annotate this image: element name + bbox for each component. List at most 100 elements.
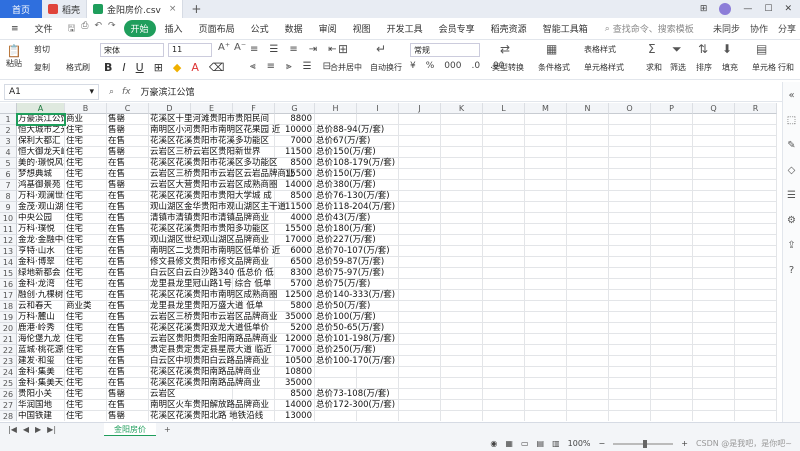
cell-c27[interactable]: 在售 (107, 400, 149, 411)
zoom-handle[interactable] (643, 439, 648, 448)
cell-m12[interactable] (525, 235, 567, 246)
cell-o6[interactable] (609, 169, 651, 180)
cell-k9[interactable] (441, 202, 483, 213)
tab-docer[interactable]: 稻壳 (42, 0, 88, 18)
cell-h8[interactable]: 总价76-130(万/套) (315, 191, 441, 202)
percent-icon[interactable]: % (426, 61, 435, 71)
cell-k21[interactable] (441, 334, 483, 345)
sheet-tab-active[interactable]: 金阳房价 (104, 422, 157, 437)
cell-b10[interactable]: 住宅 (65, 213, 107, 224)
cell-i28[interactable] (357, 411, 399, 421)
menu-home[interactable]: 开始 (123, 20, 156, 37)
cell-b25[interactable]: 住宅 (65, 378, 107, 389)
cell-o18[interactable] (609, 301, 651, 312)
cell-a2[interactable]: 恒大城市之光 (17, 125, 65, 136)
cell-q21[interactable] (693, 334, 735, 345)
cell-n12[interactable] (567, 235, 609, 246)
column-header-a[interactable]: A (17, 103, 65, 114)
cell-n26[interactable] (567, 389, 609, 400)
cell-q20[interactable] (693, 323, 735, 334)
shape-icon[interactable]: ◇ (788, 165, 796, 176)
cell-o23[interactable] (609, 356, 651, 367)
cell-o19[interactable] (609, 312, 651, 323)
cell-k18[interactable] (441, 301, 483, 312)
cell-m1[interactable] (525, 114, 567, 125)
align-middle-icon[interactable]: ☰ (269, 44, 278, 55)
cell-r27[interactable] (735, 400, 777, 411)
cell-h10[interactable]: 总价43(万/套) (315, 213, 441, 224)
cell-p2[interactable] (651, 125, 693, 136)
cell-m19[interactable] (525, 312, 567, 323)
cell-n10[interactable] (567, 213, 609, 224)
cell-r18[interactable] (735, 301, 777, 312)
save-icon[interactable]: 🖫 (68, 21, 76, 37)
cell-a10[interactable]: 中央公园 (17, 213, 65, 224)
cell-i1[interactable] (357, 114, 399, 125)
cell-m4[interactable] (525, 147, 567, 158)
cell-p28[interactable] (651, 411, 693, 421)
cell-a3[interactable]: 保利大都汇 (17, 136, 65, 147)
cell-a8[interactable]: 万科·观澜世纪 (17, 191, 65, 202)
cell-q19[interactable] (693, 312, 735, 323)
cell-k27[interactable] (441, 400, 483, 411)
copy-button[interactable]: 复制 (34, 62, 50, 73)
cell-q11[interactable] (693, 224, 735, 235)
cell-b18[interactable]: 商业类 (65, 301, 107, 312)
cell-g16[interactable]: 5700 (275, 279, 315, 290)
cell-o24[interactable] (609, 367, 651, 378)
cell-p6[interactable] (651, 169, 693, 180)
cell-b13[interactable]: 住宅 (65, 246, 107, 257)
cell-o2[interactable] (609, 125, 651, 136)
cell-q2[interactable] (693, 125, 735, 136)
row-header[interactable]: 13 (0, 246, 17, 257)
cell-n17[interactable] (567, 290, 609, 301)
row-header[interactable]: 28 (0, 411, 17, 421)
cell-h2[interactable]: 总价88-94(万/套) (315, 125, 441, 136)
merge-icon[interactable]: ⊞ (338, 42, 348, 56)
cell-c25[interactable]: 在售 (107, 378, 149, 389)
sort-icon[interactable]: ⇅ (698, 42, 708, 56)
decimal-increase-icon[interactable]: .0 (471, 61, 480, 71)
cell-b14[interactable]: 住宅 (65, 257, 107, 268)
cell-b9[interactable]: 住宅 (65, 202, 107, 213)
fx-icon[interactable]: fx (122, 87, 131, 97)
cell-o25[interactable] (609, 378, 651, 389)
row-header[interactable]: 24 (0, 367, 17, 378)
cell-k14[interactable] (441, 257, 483, 268)
cell-b7[interactable]: 住宅 (65, 180, 107, 191)
cell-m22[interactable] (525, 345, 567, 356)
cell-r4[interactable] (735, 147, 777, 158)
cell-p22[interactable] (651, 345, 693, 356)
cell-g2[interactable]: 10000 (275, 125, 315, 136)
cell-n23[interactable] (567, 356, 609, 367)
cell-k10[interactable] (441, 213, 483, 224)
zoom-icon[interactable]: ⌕ (109, 87, 114, 97)
cell-h24[interactable] (315, 367, 357, 378)
type-convert-icon[interactable]: ⇄ (500, 42, 510, 56)
cell-d2[interactable]: 南明区小河贵阳市南明区花果园 近 (149, 125, 280, 136)
cell-g8[interactable]: 8500 (275, 191, 315, 202)
cell-b12[interactable]: 住宅 (65, 235, 107, 246)
cell-p15[interactable] (651, 268, 693, 279)
cell-d8[interactable]: 花溪区花溪贵阳市贵阳大学城 成 (149, 191, 272, 202)
cell-r1[interactable] (735, 114, 777, 125)
cell-l1[interactable] (483, 114, 525, 125)
cell-g27[interactable]: 14000 (275, 400, 315, 411)
cell-m15[interactable] (525, 268, 567, 279)
cell-d19[interactable]: 云岩区三桥贵阳市云岩区品牌商业 (149, 312, 278, 323)
row-header[interactable]: 22 (0, 345, 17, 356)
cell-r13[interactable] (735, 246, 777, 257)
eye-icon[interactable]: ◉ (490, 439, 497, 448)
cell-r3[interactable] (735, 136, 777, 147)
cell-g19[interactable]: 35000 (275, 312, 315, 323)
cell-d20[interactable]: 花溪区花溪贵阳双龙大道低单价 (149, 323, 271, 334)
cell-q14[interactable] (693, 257, 735, 268)
cell-m3[interactable] (525, 136, 567, 147)
cell-o27[interactable] (609, 400, 651, 411)
cell-p11[interactable] (651, 224, 693, 235)
italic-icon[interactable]: I (122, 61, 125, 74)
cell-a13[interactable]: 亨特·山水 (17, 246, 65, 257)
row-header[interactable]: 11 (0, 224, 17, 235)
cell-o28[interactable] (609, 411, 651, 421)
cell-h18[interactable]: 总价50(万/套) (315, 301, 441, 312)
